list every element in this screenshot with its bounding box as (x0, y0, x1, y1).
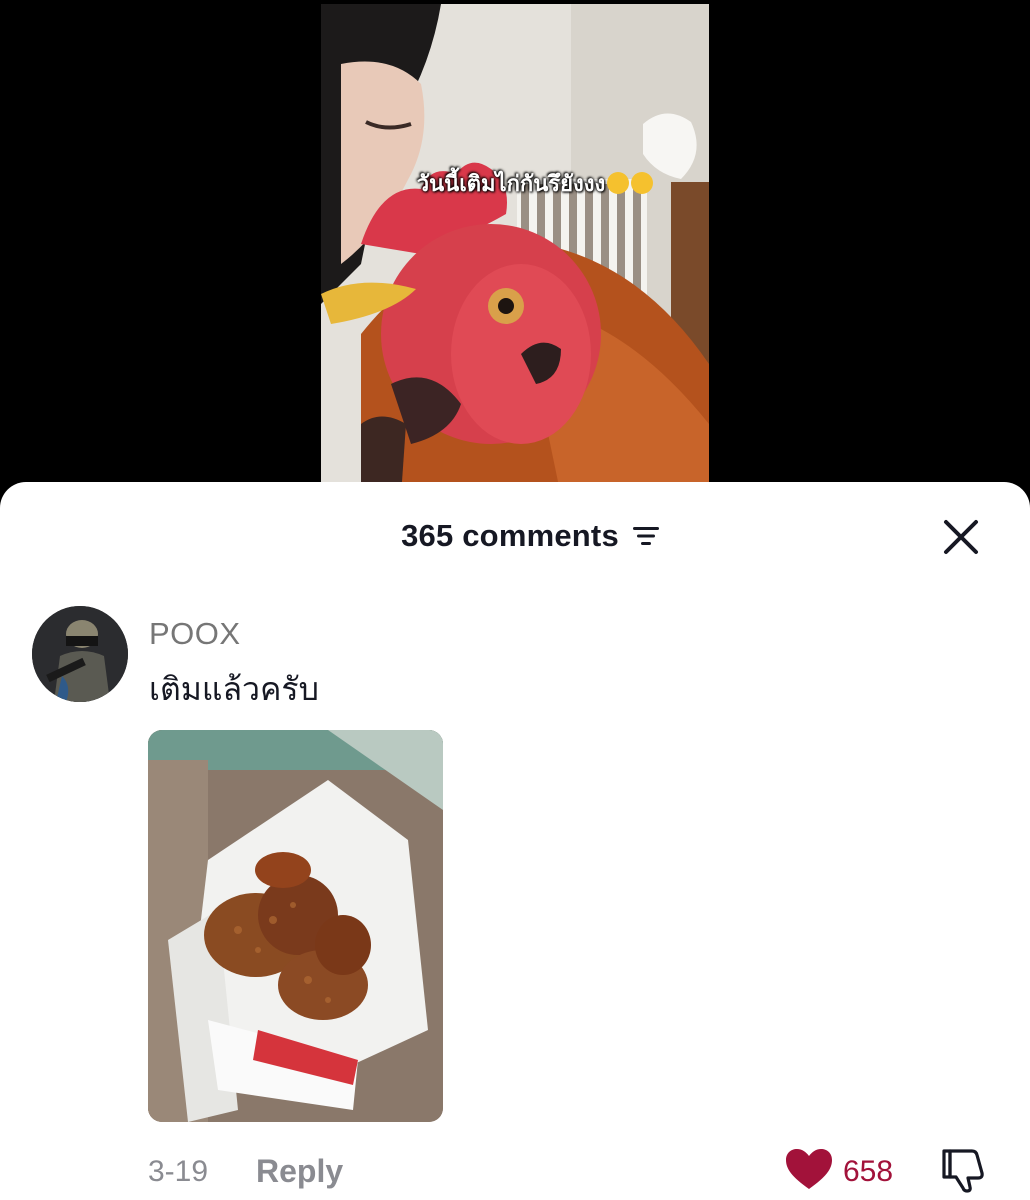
comments-header: 365 comments (0, 482, 1030, 590)
heart-eyes-face-icon (631, 172, 654, 194)
comments-count-row: 365 comments (0, 518, 1030, 554)
heart-like-icon[interactable] (784, 1147, 834, 1191)
avatar-soldier-image (32, 606, 128, 702)
video-player[interactable]: วันนี้เติมไก่กันรึยังงง (0, 0, 1030, 500)
sort-lines-icon[interactable] (632, 525, 659, 547)
comment-text: เติมแล้วครับ (149, 670, 319, 708)
comment-footer: 3-19 Reply 658 (0, 1147, 1030, 1197)
comment-photo-fried-chicken[interactable] (148, 730, 443, 1122)
comment-username[interactable]: POOX (149, 616, 241, 652)
close-icon[interactable] (940, 516, 982, 558)
video-caption: วันนี้เติมไก่กันรึยังงง (321, 166, 709, 201)
thumbs-down-icon[interactable] (940, 1147, 990, 1193)
winking-face-icon (607, 172, 630, 194)
comments-count-label: 365 comments (401, 518, 619, 553)
reply-button[interactable]: Reply (256, 1153, 343, 1190)
comment-date: 3-19 (148, 1155, 209, 1188)
avatar[interactable] (32, 606, 128, 702)
comments-sheet: 365 comments POOX เติมแล้วครับ 3-19 Repl… (0, 482, 1030, 1200)
fried-chicken-image (148, 730, 443, 1122)
like-count: 658 (843, 1155, 894, 1188)
video-caption-text: วันนี้เติมไก่กันรึยังงง (416, 172, 606, 197)
video-image-rooster (321, 4, 709, 496)
video-frame[interactable]: วันนี้เติมไก่กันรึยังงง (321, 4, 709, 496)
